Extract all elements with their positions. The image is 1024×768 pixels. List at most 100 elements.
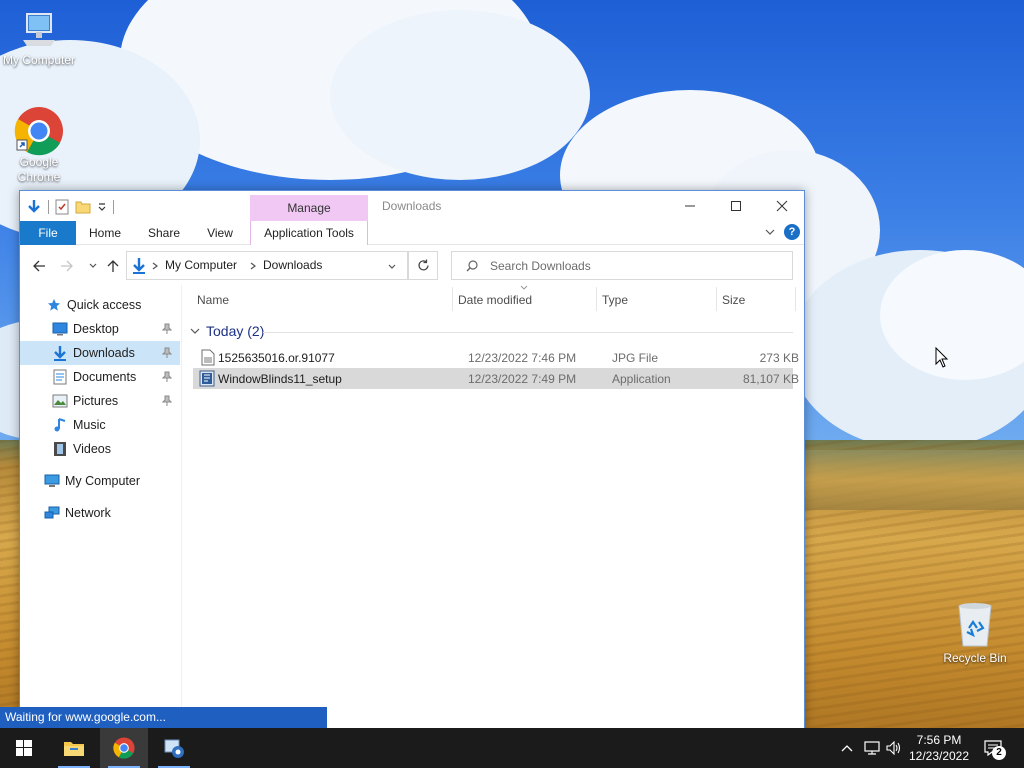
column-header-date-modified[interactable]: Date modified: [458, 293, 532, 307]
file-type: JPG File: [612, 351, 659, 365]
pin-icon[interactable]: [162, 395, 172, 407]
breadcrumb-downloads[interactable]: Downloads: [263, 258, 322, 272]
column-header-name[interactable]: Name: [197, 293, 229, 307]
sidebar-item-network[interactable]: Network: [20, 501, 180, 525]
sidebar-item-label: Videos: [73, 442, 111, 456]
sidebar-item-desktop[interactable]: Desktop: [20, 317, 180, 341]
desktop-icon-my-computer[interactable]: My Computer: [1, 10, 77, 68]
pin-icon[interactable]: [162, 323, 172, 335]
file-row[interactable]: 1525635016.or.91077 12/23/2022 7:46 PM J…: [193, 347, 799, 368]
clock-time: 7:56 PM: [916, 733, 962, 747]
close-button[interactable]: [759, 191, 805, 221]
properties-icon[interactable]: [55, 199, 69, 215]
address-bar[interactable]: My Computer Downloads: [126, 251, 408, 280]
column-header-size[interactable]: Size: [722, 293, 745, 307]
sidebar-item-label: Quick access: [67, 298, 142, 312]
pin-icon[interactable]: [162, 347, 172, 359]
status-tooltip: Waiting for www.google.com...: [0, 707, 327, 728]
taskbar-file-explorer[interactable]: [50, 728, 98, 768]
chevron-down-icon: [89, 263, 97, 268]
folder-icon: [64, 742, 84, 756]
star-icon: [46, 297, 62, 313]
tab-file[interactable]: File: [20, 221, 76, 245]
desktop-icon-google-chrome[interactable]: Google Chrome: [1, 106, 77, 185]
tab-view[interactable]: View: [198, 221, 242, 245]
windows-logo-icon: [16, 740, 32, 756]
sidebar-item-my-computer[interactable]: My Computer: [20, 469, 180, 493]
sidebar-item-label: Documents: [73, 370, 137, 384]
file-row[interactable]: WindowBlinds11_setup 12/23/2022 7:49 PM …: [193, 368, 799, 389]
pictures-icon: [52, 393, 68, 409]
file-size: 81,107 KB: [742, 372, 799, 386]
search-box[interactable]: [451, 251, 793, 280]
videos-icon: [52, 441, 68, 457]
desktop-icon-label: Recycle Bin: [943, 651, 1007, 665]
tab-home[interactable]: Home: [82, 221, 128, 245]
sidebar-item-quick-access[interactable]: Quick access: [20, 293, 180, 317]
pin-icon[interactable]: [162, 371, 172, 383]
quick-access-toolbar: [26, 197, 114, 217]
group-header-today[interactable]: Today (2): [189, 323, 264, 339]
file-explorer-window: Manage Downloads File Home Share View Ap…: [19, 190, 805, 730]
taskbar-google-chrome[interactable]: [100, 728, 148, 768]
sidebar-item-label: Pictures: [73, 394, 119, 408]
column-header-type[interactable]: Type: [602, 293, 628, 307]
sidebar-item-label: Music: [73, 418, 106, 432]
minimize-button[interactable]: [667, 191, 713, 221]
chevron-down-icon: [190, 328, 200, 334]
refresh-icon: [417, 259, 429, 271]
manage-context-tab[interactable]: Manage: [250, 195, 368, 221]
new-folder-icon[interactable]: [75, 200, 91, 214]
taskbar-installer[interactable]: [150, 728, 198, 768]
tab-application-tools[interactable]: Application Tools: [250, 221, 368, 245]
sidebar-item-downloads[interactable]: Downloads: [20, 341, 180, 365]
forward-button[interactable]: [58, 257, 76, 275]
breadcrumb-my-computer[interactable]: My Computer: [165, 258, 237, 272]
sidebar-item-documents[interactable]: Documents: [20, 365, 180, 389]
jpg-file-icon: [201, 349, 215, 366]
maximize-icon: [731, 201, 741, 211]
customize-qat-icon[interactable]: [97, 202, 107, 212]
tab-share[interactable]: Share: [140, 221, 188, 245]
minimize-icon: [685, 205, 695, 207]
address-history-chevron-icon[interactable]: [387, 262, 397, 272]
show-hidden-icons-button[interactable]: [838, 728, 856, 768]
ribbon-tabs: File Home Share View Application Tools ?: [20, 221, 804, 245]
navigation-pane: Quick access Desktop Downloads Documents: [20, 285, 182, 729]
back-arrow-icon: [33, 260, 45, 272]
sidebar-item-label: Network: [65, 506, 111, 520]
network-icon: [864, 741, 880, 755]
help-button[interactable]: ?: [784, 224, 800, 240]
sidebar-item-pictures[interactable]: Pictures: [20, 389, 180, 413]
back-button[interactable]: [30, 257, 48, 275]
desktop-icon-label: My Computer: [2, 53, 76, 67]
up-arrow-icon: [107, 260, 119, 272]
music-icon: [52, 417, 68, 433]
navigation-bar: My Computer Downloads: [20, 245, 804, 285]
maximize-button[interactable]: [713, 191, 759, 221]
up-button[interactable]: [104, 257, 122, 275]
clock-date: 12/23/2022: [908, 749, 970, 763]
window-title: Downloads: [382, 199, 442, 213]
volume-tray-button[interactable]: [884, 728, 904, 768]
forward-arrow-icon: [61, 260, 73, 272]
start-button[interactable]: [0, 728, 48, 768]
refresh-button[interactable]: [408, 251, 438, 280]
sort-chevron-icon: [520, 285, 528, 290]
application-icon: [199, 370, 215, 387]
sidebar-item-videos[interactable]: Videos: [20, 437, 180, 461]
sidebar-item-music[interactable]: Music: [20, 413, 180, 437]
computer-icon: [23, 13, 55, 46]
sidebar-item-label: My Computer: [65, 474, 141, 488]
documents-icon: [52, 369, 68, 385]
expand-ribbon-icon[interactable]: [764, 226, 776, 238]
installer-icon: [164, 739, 184, 758]
clock[interactable]: 7:56 PM 12/23/2022: [904, 732, 974, 764]
recent-locations-button[interactable]: [84, 257, 102, 275]
file-date-modified: 12/23/2022 7:49 PM: [468, 372, 577, 386]
desktop-icon-label: Google Chrome: [17, 155, 61, 184]
chevron-up-icon: [841, 745, 853, 752]
desktop-icon-recycle-bin[interactable]: Recycle Bin: [937, 602, 1013, 666]
search-input[interactable]: [490, 257, 780, 275]
network-tray-button[interactable]: [862, 728, 882, 768]
